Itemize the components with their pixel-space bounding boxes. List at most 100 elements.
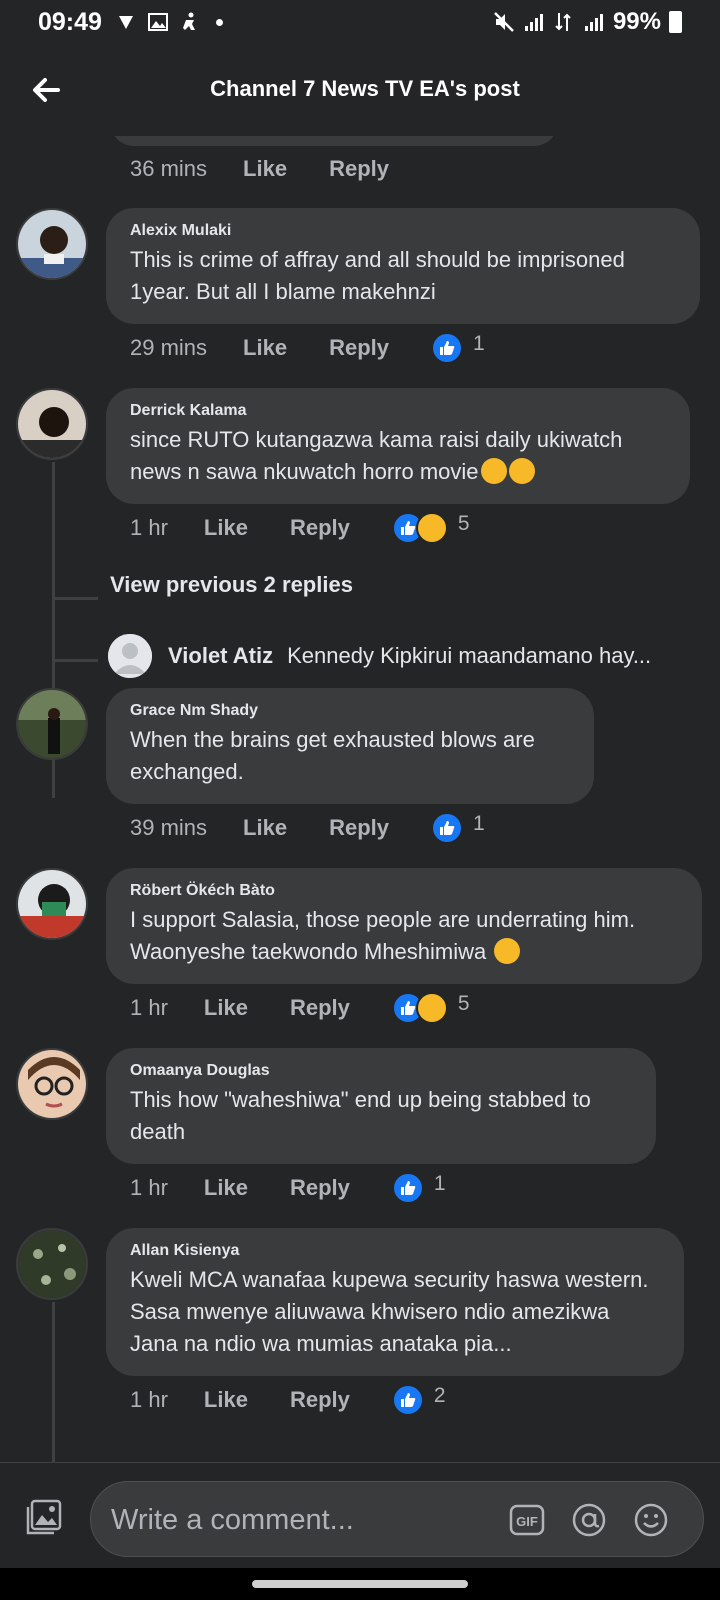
- thread-line: [52, 1302, 55, 1462]
- mention-icon[interactable]: [571, 1502, 607, 1538]
- commenter-name[interactable]: Alexix Mulaki: [130, 222, 678, 240]
- comment-bubble: Röbert Ökéch Bàto I support Salasia, tho…: [106, 868, 702, 984]
- reactions[interactable]: 5: [391, 512, 470, 544]
- like-button[interactable]: Like: [204, 995, 248, 1021]
- comment-input[interactable]: [111, 1496, 491, 1544]
- avatar[interactable]: [16, 868, 88, 940]
- comment-time: 1 hr: [130, 1175, 168, 1200]
- comment-time: 36 mins: [130, 156, 208, 181]
- post-header: Channel 7 News TV EA's post: [0, 44, 720, 136]
- thread-branch: [52, 659, 98, 662]
- view-previous-replies-link[interactable]: View previous 2 replies: [110, 572, 353, 598]
- status-bar: 09:49 99%: [0, 0, 720, 44]
- comment-meta: 39 mins Like Reply 1: [130, 812, 485, 844]
- like-button[interactable]: Like: [204, 1175, 248, 1201]
- page-title: Channel 7 News TV EA's post: [210, 76, 520, 101]
- comment-text: When the brains get exhausted blows are …: [130, 727, 535, 784]
- system-nav-bar: [0, 1568, 720, 1600]
- comment-time: 1 hr: [130, 995, 168, 1020]
- comment-time: 39 mins: [130, 815, 208, 840]
- status-right: 99%: [493, 8, 682, 36]
- sweat-smile-emoji-icon: [494, 938, 521, 965]
- comment-time: 29 mins: [130, 335, 208, 360]
- like-reaction-icon: [431, 332, 463, 364]
- status-time: 09:49: [38, 8, 102, 36]
- gif-label: GIF: [516, 1514, 538, 1529]
- reply-author-name[interactable]: Violet Atiz: [168, 643, 273, 669]
- reaction-count: 1: [473, 812, 485, 835]
- haha-reaction-icon: [415, 512, 448, 544]
- battery-icon: [669, 11, 682, 33]
- reaction-count: 1: [473, 332, 485, 355]
- reply-button[interactable]: Reply: [290, 1175, 350, 1201]
- data-icon: [555, 13, 571, 31]
- more-notifications-dot: [216, 18, 223, 26]
- accessibility-icon: [183, 12, 195, 30]
- photo-icon[interactable]: [24, 1497, 64, 1537]
- comment-text: I support Salasia, those people are unde…: [130, 907, 636, 964]
- like-reaction-icon: [391, 1172, 424, 1204]
- reply-button[interactable]: Reply: [329, 156, 389, 182]
- comment-input-container[interactable]: GIF: [90, 1481, 704, 1557]
- avatar[interactable]: [16, 388, 88, 460]
- reply-button[interactable]: Reply: [329, 335, 389, 361]
- like-reaction-icon: [431, 812, 463, 844]
- comment-feed[interactable]: 36 mins Like Reply Alexix Mulaki This is…: [0, 136, 720, 1462]
- comment-time: 1 hr: [130, 1387, 168, 1412]
- comment-text: This how "waheshiwa" end up being stabbe…: [130, 1087, 591, 1144]
- avatar[interactable]: [16, 1048, 88, 1120]
- reaction-count: 1: [433, 1172, 446, 1195]
- reply-button[interactable]: Reply: [290, 1387, 350, 1413]
- reaction-count: 2: [433, 1384, 446, 1407]
- reply-button[interactable]: Reply: [290, 995, 350, 1021]
- commenter-name[interactable]: Derrick Kalama: [130, 402, 668, 420]
- mute-icon: [494, 12, 514, 32]
- comment-text-wrap: since RUTO kutangazwa kama raisi daily u…: [130, 424, 668, 488]
- reactions[interactable]: 5: [391, 992, 470, 1024]
- notification-icons: [116, 12, 223, 32]
- reply-preview[interactable]: Violet Atiz Kennedy Kipkirui maandamano …: [108, 634, 651, 678]
- like-button[interactable]: Like: [243, 335, 287, 361]
- commenter-name[interactable]: Grace Nm Shady: [130, 702, 572, 720]
- thread-branch: [52, 597, 98, 600]
- commenter-name[interactable]: Röbert Ökéch Bàto: [130, 882, 680, 900]
- avatar[interactable]: [16, 688, 88, 760]
- default-avatar-icon[interactable]: [108, 634, 152, 678]
- comment-text: This is crime of affray and all should b…: [130, 247, 625, 304]
- comment-composer: GIF: [0, 1462, 720, 1568]
- avatar[interactable]: [16, 208, 88, 280]
- reactions[interactable]: 1: [431, 332, 485, 364]
- reactions[interactable]: 1: [391, 1172, 446, 1204]
- commenter-name[interactable]: Allan Kisienya: [130, 1242, 662, 1260]
- emoji-icon[interactable]: [633, 1502, 669, 1538]
- like-button[interactable]: Like: [204, 1387, 248, 1413]
- commenter-name[interactable]: Omaanya Douglas: [130, 1062, 634, 1080]
- comment-bubble: Omaanya Douglas This how "waheshiwa" end…: [106, 1048, 656, 1164]
- reactions[interactable]: 1: [431, 812, 485, 844]
- avatar[interactable]: [16, 1228, 88, 1300]
- comment-meta: 29 mins Like Reply 1: [130, 332, 485, 364]
- comment-bubble: Alexix Mulaki This is crime of affray an…: [106, 208, 700, 324]
- like-button[interactable]: Like: [243, 815, 287, 841]
- gif-icon[interactable]: GIF: [509, 1502, 545, 1538]
- comment-meta: 36 mins Like Reply: [130, 156, 431, 182]
- home-gesture-bar[interactable]: [252, 1580, 468, 1588]
- like-button[interactable]: Like: [243, 156, 287, 182]
- haha-reaction-icon: [415, 992, 448, 1024]
- laughing-emoji-icon: [480, 458, 507, 485]
- gallery-icon: [148, 13, 168, 31]
- comment-meta: 1 hr Like Reply 1: [130, 1172, 446, 1204]
- reactions[interactable]: 2: [391, 1384, 446, 1416]
- comment-bubble: Grace Nm Shady When the brains get exhau…: [106, 688, 594, 804]
- reply-button[interactable]: Reply: [329, 815, 389, 841]
- reply-button[interactable]: Reply: [290, 515, 350, 541]
- comment-text: since RUTO kutangazwa kama raisi daily u…: [130, 427, 623, 484]
- laughing-emoji-icon: [508, 458, 535, 485]
- notification-app-icon: [119, 16, 133, 29]
- comment-time: 1 hr: [130, 515, 168, 540]
- comment-meta: 1 hr Like Reply 5: [130, 512, 470, 544]
- like-button[interactable]: Like: [204, 515, 248, 541]
- reaction-count: 5: [457, 512, 470, 535]
- previous-comment-bubble: [110, 136, 558, 146]
- reply-text: Kennedy Kipkirui maandamano hay...: [287, 643, 652, 668]
